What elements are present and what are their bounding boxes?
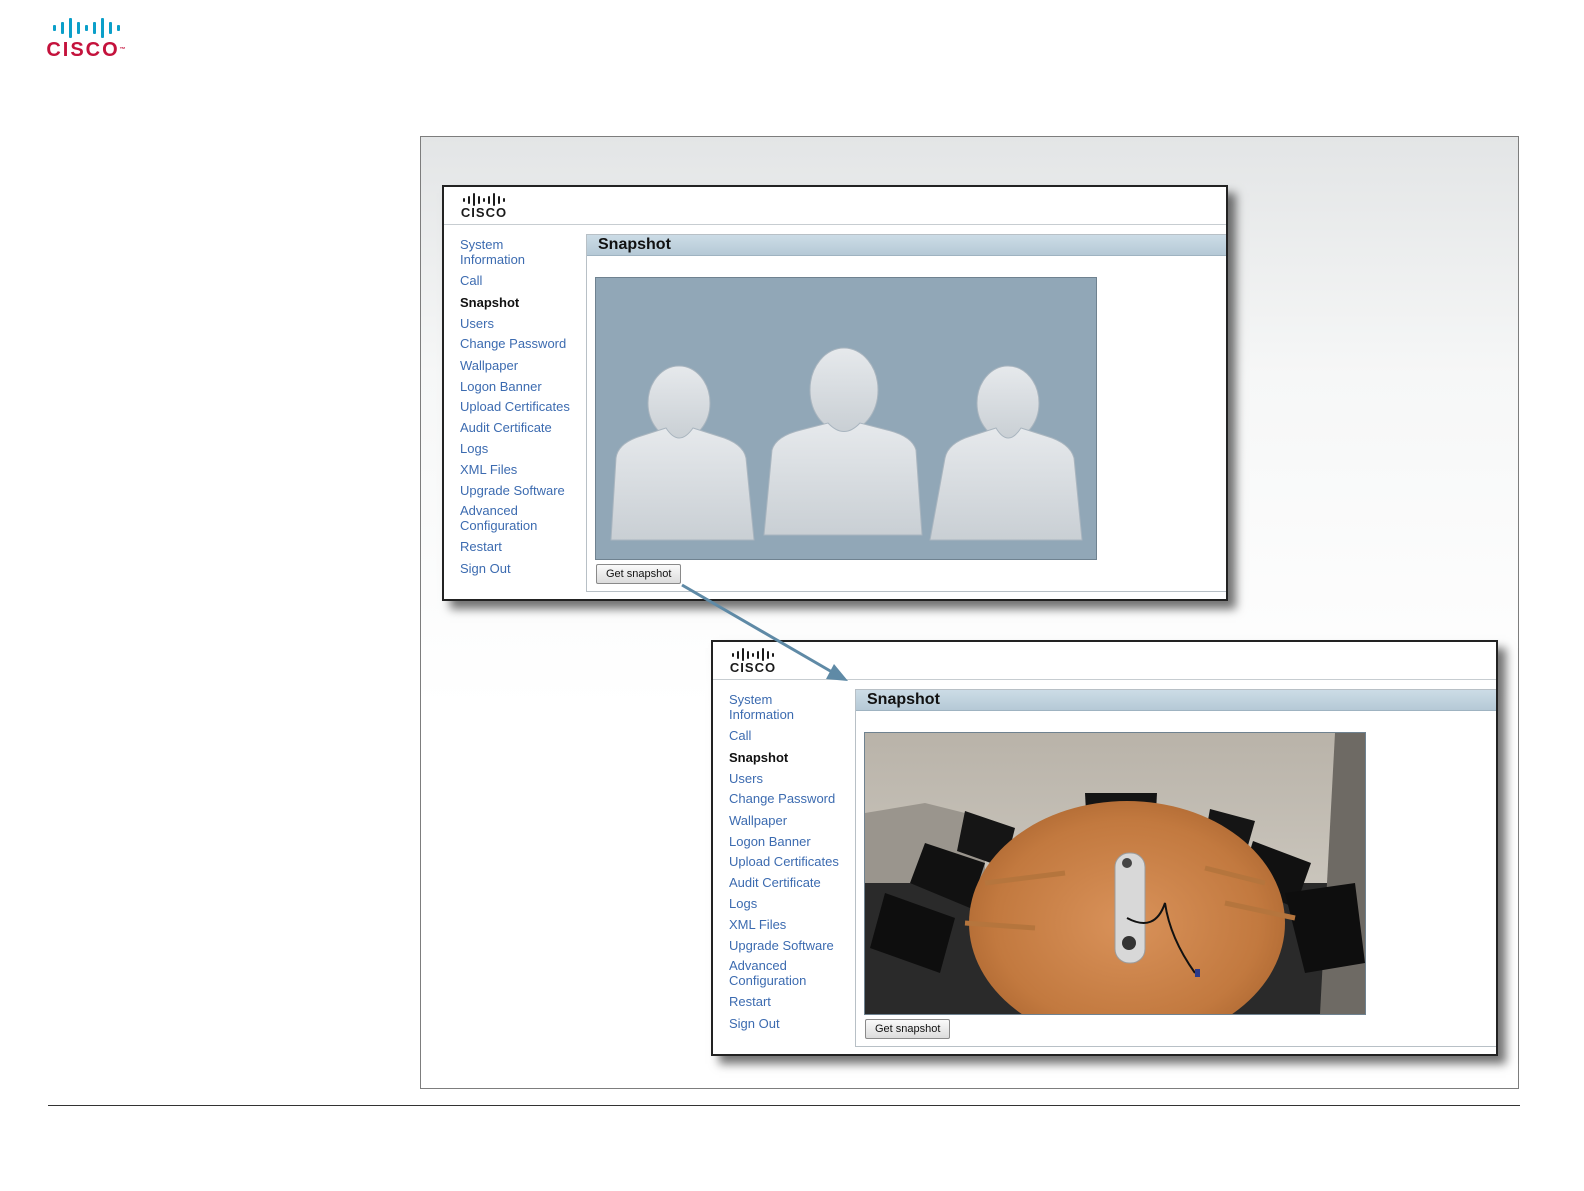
title-bar: Snapshot bbox=[856, 690, 1496, 711]
people-placeholder-icon bbox=[610, 347, 1083, 541]
sidebar-item-restart[interactable]: Restart bbox=[460, 539, 502, 554]
main-panel: Snapshot Get snapshot bbox=[586, 234, 1226, 592]
sidebar-item-logon-banner[interactable]: Logon Banner bbox=[460, 379, 542, 394]
sidebar-item-xml-files[interactable]: XML Files bbox=[729, 917, 786, 932]
cisco-logo: CISCO bbox=[460, 193, 508, 219]
sidebar-item-snapshot: Snapshot bbox=[460, 295, 520, 310]
cisco-logo-wordmark: CISCO™ bbox=[46, 39, 126, 61]
sidebar-item-audit-certificate[interactable]: Audit Certificate bbox=[460, 420, 552, 435]
sidebar-item-logs[interactable]: Logs bbox=[729, 896, 757, 911]
window-header: CISCO bbox=[444, 187, 1226, 225]
sidebar-item-logon-banner[interactable]: Logon Banner bbox=[729, 834, 811, 849]
sidebar-item-call[interactable]: Call bbox=[460, 273, 482, 288]
meeting-room-photo bbox=[865, 733, 1365, 1014]
sidebar-item-users[interactable]: Users bbox=[729, 771, 763, 786]
sidebar-item-upgrade-software[interactable]: Upgrade Software bbox=[460, 483, 565, 498]
sidebar-item-upload-certificates[interactable]: Upload Certificates bbox=[460, 399, 570, 414]
sidebar-item-call[interactable]: Call bbox=[729, 728, 751, 743]
sidebar-item-wallpaper[interactable]: Wallpaper bbox=[729, 813, 787, 828]
title-bar: Snapshot bbox=[587, 235, 1226, 256]
window-header: CISCO bbox=[713, 642, 1496, 680]
snapshot-image bbox=[864, 732, 1366, 1015]
get-snapshot-button[interactable]: Get snapshot bbox=[596, 564, 682, 584]
cisco-logo: CISCO™ bbox=[46, 18, 126, 61]
sidebar-item-snapshot: Snapshot bbox=[729, 750, 789, 765]
sidebar-item-change-password[interactable]: Change Password bbox=[729, 791, 835, 806]
sidebar-item-sign-out[interactable]: Sign Out bbox=[460, 561, 511, 576]
snapshot-placeholder-image bbox=[595, 277, 1097, 560]
page-title: Snapshot bbox=[598, 236, 671, 253]
page-title: Snapshot bbox=[867, 691, 940, 708]
sidebar-item-advanced-configuration[interactable]: Advanced Configuration bbox=[460, 503, 540, 533]
snapshot-window-after: CISCO System Information Call Snapshot User… bbox=[711, 640, 1498, 1056]
sidebar-item-change-password[interactable]: Change Password bbox=[460, 336, 566, 351]
sidebar-item-audit-certificate[interactable]: Audit Certificate bbox=[729, 875, 821, 890]
sidebar-item-sign-out[interactable]: Sign Out bbox=[729, 1016, 780, 1031]
main-panel: Snapshot Get snapshot bbox=[855, 689, 1496, 1047]
footer-divider bbox=[48, 1105, 1520, 1106]
sidebar-item-users[interactable]: Users bbox=[460, 316, 494, 331]
sidebar-item-upgrade-software[interactable]: Upgrade Software bbox=[729, 938, 834, 953]
sidebar-item-advanced-configuration[interactable]: Advanced Configuration bbox=[729, 958, 809, 988]
sidebar-item-system-information[interactable]: System Information bbox=[729, 692, 809, 722]
cisco-logo-bars bbox=[52, 18, 120, 38]
cisco-logo-wordmark: CISCO bbox=[460, 205, 508, 220]
sidebar-item-system-information[interactable]: System Information bbox=[460, 237, 540, 267]
sidebar-item-wallpaper[interactable]: Wallpaper bbox=[460, 358, 518, 373]
sidebar-item-restart[interactable]: Restart bbox=[729, 994, 771, 1009]
sidebar-item-logs[interactable]: Logs bbox=[460, 441, 488, 456]
snapshot-window-before: CISCO System Information Call Snapshot User… bbox=[442, 185, 1228, 601]
sidebar-item-upload-certificates[interactable]: Upload Certificates bbox=[729, 854, 839, 869]
cisco-logo-wordmark: CISCO bbox=[729, 660, 777, 675]
cisco-logo: CISCO bbox=[729, 648, 777, 674]
get-snapshot-button[interactable]: Get snapshot bbox=[865, 1019, 951, 1039]
sidebar-item-xml-files[interactable]: XML Files bbox=[460, 462, 517, 477]
